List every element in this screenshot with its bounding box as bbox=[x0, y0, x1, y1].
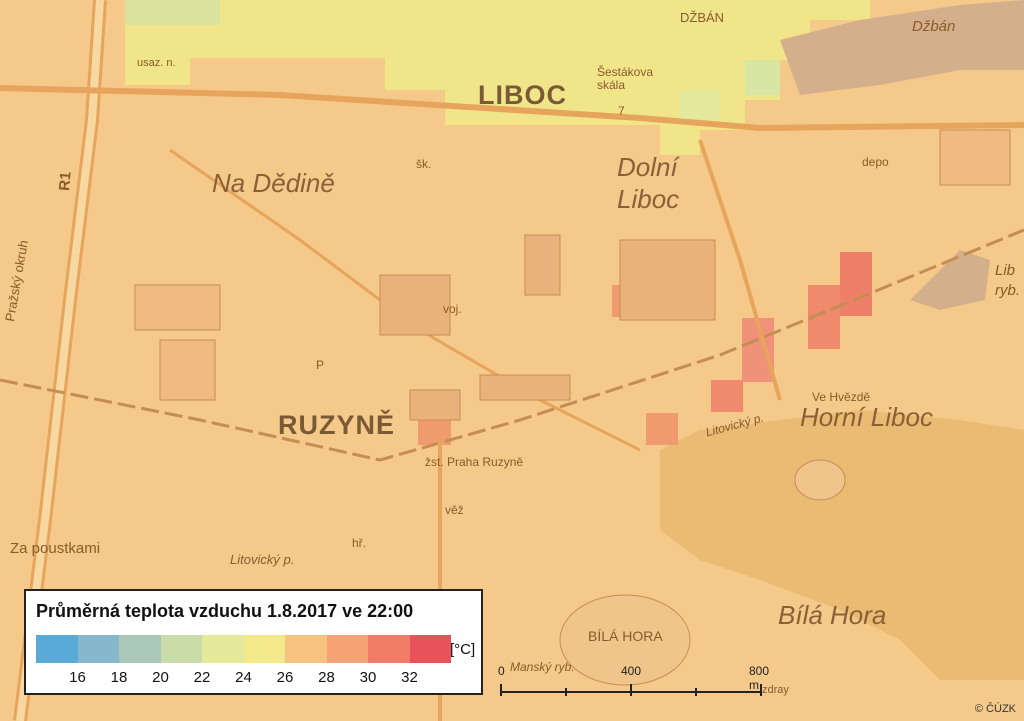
scale-label-0: 0 bbox=[498, 664, 505, 678]
legend-swatch-3 bbox=[160, 635, 202, 663]
label-litovicky-1: Litovický p. bbox=[230, 552, 295, 567]
legend-unit: [°C] bbox=[450, 641, 476, 658]
legend-tick-28: 28 bbox=[318, 669, 335, 686]
scale-label-400: 400 bbox=[621, 664, 642, 678]
label-r1: R1 bbox=[56, 170, 75, 192]
label-bila-hora-caps: BÍLÁ HORA bbox=[588, 628, 663, 644]
legend-tick-32: 32 bbox=[401, 669, 418, 686]
legend-color-bar bbox=[36, 635, 451, 663]
legend-swatch-1 bbox=[77, 635, 119, 663]
label-za-poustkami: Za poustkami bbox=[10, 540, 101, 557]
label-bila-hora: Bílá Hora bbox=[778, 600, 887, 630]
label-dzban-top: DŽBÁN bbox=[680, 10, 725, 25]
label-sk: šk. bbox=[416, 157, 432, 171]
legend-swatch-2 bbox=[119, 635, 161, 663]
legend-swatch-6 bbox=[285, 635, 327, 663]
legend-title: Průměrná teplota vzduchu 1.8.2017 ve 22:… bbox=[36, 601, 414, 621]
label-parking: P bbox=[316, 358, 325, 372]
label-depo: depo bbox=[862, 155, 889, 169]
label-lib: Lib bbox=[995, 262, 1016, 279]
label-horni-liboc: Horní Liboc bbox=[800, 402, 933, 432]
legend-tick-26: 26 bbox=[276, 669, 294, 686]
label-zst-praha-ruzyne: žst. Praha Ruzyně bbox=[425, 455, 524, 469]
label-num7: 7 bbox=[618, 104, 625, 118]
label-liboc: LIBOC bbox=[478, 80, 567, 110]
legend-swatch-7 bbox=[326, 635, 368, 663]
label-usaz: usaz. n. bbox=[137, 57, 176, 69]
legend-swatch-9 bbox=[409, 635, 451, 663]
legend-tick-30: 30 bbox=[359, 669, 377, 686]
label-dolni-liboc-1: Dolní bbox=[617, 152, 678, 182]
label-sestakova-2: skála bbox=[597, 78, 626, 92]
label-ryb: ryb. bbox=[995, 282, 1021, 299]
label-vez: věž bbox=[445, 503, 464, 517]
label-ruzyne: RUZYNĚ bbox=[278, 410, 396, 440]
legend-swatch-5 bbox=[243, 635, 285, 663]
temperature-legend: Průměrná teplota vzduchu 1.8.2017 ve 22:… bbox=[24, 589, 483, 695]
legend-tick-24: 24 bbox=[235, 669, 252, 686]
label-voj: voj. bbox=[443, 302, 462, 316]
legend-tick-20: 20 bbox=[152, 669, 169, 686]
legend-swatch-0 bbox=[36, 635, 78, 663]
label-dolni-liboc-2: Liboc bbox=[617, 184, 680, 214]
label-dzban-right: Džbán bbox=[912, 18, 956, 35]
legend-swatch-4 bbox=[202, 635, 244, 663]
copyright: © ČÚZK bbox=[974, 703, 1016, 715]
scale-bar: 0 400 800 m bbox=[495, 664, 769, 704]
label-ve-hvezde: Ve Hvězdě bbox=[812, 390, 871, 404]
scale-label-800: 800 m bbox=[749, 664, 770, 692]
label-na-dedine: Na Dědině bbox=[212, 168, 335, 198]
legend-tick-16: 16 bbox=[69, 669, 86, 686]
label-sestakova-1: Šestákova bbox=[597, 65, 654, 79]
legend-tick-22: 22 bbox=[193, 669, 211, 686]
legend-tick-18: 18 bbox=[110, 669, 128, 686]
legend-swatch-8 bbox=[368, 635, 410, 663]
label-hr: hř. bbox=[352, 536, 367, 550]
